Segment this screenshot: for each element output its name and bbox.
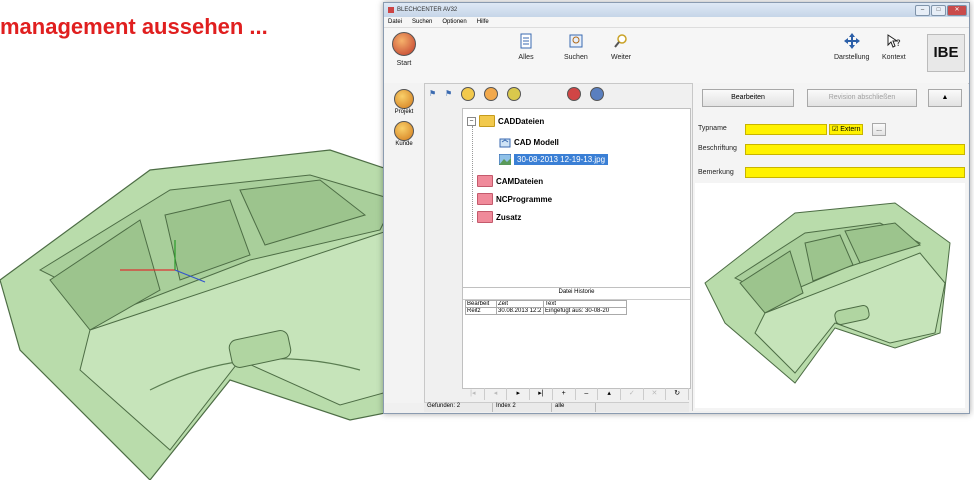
folder-icon <box>477 193 493 205</box>
extern-checkbox[interactable]: ☑ Extern <box>829 124 864 135</box>
tree-node-jpg-file[interactable]: 30-08-2013 12-19-13.jpg <box>499 154 609 165</box>
menu-bar: Datei Suchen Optionen Hilfe <box>384 17 969 28</box>
status-bar: Gefunden: 2 Index 2 alle <box>424 402 689 412</box>
tree-node-cad-modell[interactable]: CAD Modell <box>499 136 559 148</box>
title-bar: BLECHCENTER AV32 – □ ✕ <box>384 3 969 17</box>
new-object-icon[interactable] <box>461 87 475 101</box>
move-arrows-icon <box>843 33 860 49</box>
darstellung-button[interactable]: Darstellung <box>834 32 869 61</box>
beschriftung-field[interactable] <box>745 144 965 155</box>
prev-record-button[interactable]: ◂ <box>485 388 508 400</box>
ibe-logo: IBE <box>927 34 965 72</box>
add-record-button[interactable]: + <box>553 388 576 400</box>
status-gefunden: Gefunden: 2 <box>424 403 493 412</box>
tree-node-nc-programme[interactable]: NCProgramme <box>477 193 552 205</box>
copy-object-icon[interactable] <box>507 87 521 101</box>
history-table: Bearbeit Zeit Text Reitz 30.08.2013 12:2… <box>465 300 627 315</box>
menu-hilfe[interactable]: Hilfe <box>477 19 489 25</box>
edit-object-icon[interactable] <box>484 87 498 101</box>
status-index: Index 2 <box>493 403 552 412</box>
customer-icon <box>394 121 414 141</box>
refresh-record-button[interactable]: ↻ <box>666 388 690 400</box>
flag-icon-1[interactable]: ⚑ <box>429 90 436 98</box>
folder-icon <box>477 175 493 187</box>
tree-node-zusatz[interactable]: Zusatz <box>477 211 521 223</box>
app-window: BLECHCENTER AV32 – □ ✕ Datei Suchen Opti… <box>383 2 970 414</box>
sidebar-item-kunde[interactable]: Kunde <box>384 121 424 147</box>
revision-abschliessen-button[interactable]: Revision abschließen <box>807 89 917 107</box>
beschriftung-label: Beschriftung <box>698 145 737 152</box>
history-col-bearbeiter[interactable]: Bearbeit <box>465 300 497 308</box>
project-icon <box>394 89 414 109</box>
image-file-icon <box>499 154 511 165</box>
folder-search-icon <box>569 34 583 48</box>
status-filter: alle <box>552 403 596 412</box>
folder-open-icon <box>479 115 495 127</box>
app-icon <box>388 7 394 13</box>
weiter-button[interactable]: Weiter <box>611 32 631 61</box>
typname-field[interactable] <box>745 124 827 135</box>
close-button[interactable]: ✕ <box>947 4 967 16</box>
headline: management aussehen ... <box>0 14 268 39</box>
file-tree: – CADDateien CAD Modell 30-08-2013 12-19… <box>462 108 691 288</box>
remove-record-button[interactable]: – <box>576 388 599 400</box>
last-record-button[interactable]: ▸| <box>530 388 553 400</box>
history-col-text[interactable]: Text <box>543 300 627 308</box>
collapse-toggle[interactable]: – <box>467 116 476 126</box>
bearbeiten-button[interactable]: Bearbeiten <box>702 89 794 107</box>
bemerkung-field[interactable] <box>745 167 965 178</box>
typname-label: Typname <box>698 125 727 132</box>
edit-record-button[interactable]: ▴ <box>598 388 621 400</box>
record-navigator: |◂ ◂ ▸ ▸| + – ▴ ✓ ✕ ↻ <box>462 387 690 401</box>
home-icon <box>392 32 416 56</box>
menu-datei[interactable]: Datei <box>388 19 402 25</box>
object-toolbar: ⚑ ⚑ <box>425 83 699 105</box>
window-title: BLECHCENTER AV32 <box>397 7 458 13</box>
kontext-button[interactable]: ? Kontext <box>882 32 906 61</box>
tree-node-cad-dateien[interactable]: – CADDateien <box>467 115 544 127</box>
split-view-icon[interactable] <box>590 87 604 101</box>
context-help-icon: ? <box>887 34 901 49</box>
sidebar-item-projekt[interactable]: Projekt <box>384 89 424 115</box>
history-panel: Datei Historie Bearbeit Zeit Text Reitz … <box>462 287 691 389</box>
history-col-zeit[interactable]: Zeit <box>496 300 544 308</box>
extern-browse-button[interactable]: ... <box>872 123 886 136</box>
maximize-button[interactable]: □ <box>931 4 946 16</box>
first-record-button[interactable]: |◂ <box>462 388 485 400</box>
history-title: Datei Historie <box>463 288 690 300</box>
menu-suchen[interactable]: Suchen <box>412 19 432 25</box>
left-sidebar: Projekt Kunde <box>384 83 425 403</box>
detail-panel: Bearbeiten Revision abschließen ▲ Typnam… <box>692 83 968 411</box>
delete-object-icon[interactable] <box>567 87 581 101</box>
suchen-button[interactable]: Suchen <box>564 32 588 61</box>
tree-node-cam-dateien[interactable]: CAMDateien <box>477 175 543 187</box>
minimize-button[interactable]: – <box>915 4 930 16</box>
cancel-record-button[interactable]: ✕ <box>644 388 667 400</box>
history-header-row: Bearbeit Zeit Text <box>465 300 627 308</box>
table-row[interactable]: Reitz 30.08.2013 12:2 Eingefügt aus: 30-… <box>465 307 627 315</box>
bemerkung-label: Bemerkung <box>698 169 734 176</box>
alles-button[interactable]: Alles <box>517 32 535 61</box>
menu-optionen[interactable]: Optionen <box>442 19 466 25</box>
svg-text:?: ? <box>896 39 901 49</box>
toolbar: Start Alles Suchen Weiter Darstellung ? … <box>384 28 969 84</box>
document-icon <box>520 33 532 49</box>
folder-icon <box>477 211 493 223</box>
flag-icon-2[interactable]: ⚑ <box>445 90 452 98</box>
next-record-button[interactable]: ▸ <box>507 388 531 400</box>
magnifier-icon <box>614 34 627 48</box>
start-button[interactable]: Start <box>392 32 416 67</box>
post-record-button[interactable]: ✓ <box>621 388 644 400</box>
cad-preview-image <box>695 183 965 408</box>
collapse-panel-button[interactable]: ▲ <box>928 89 962 107</box>
cad-model-icon <box>499 138 511 148</box>
